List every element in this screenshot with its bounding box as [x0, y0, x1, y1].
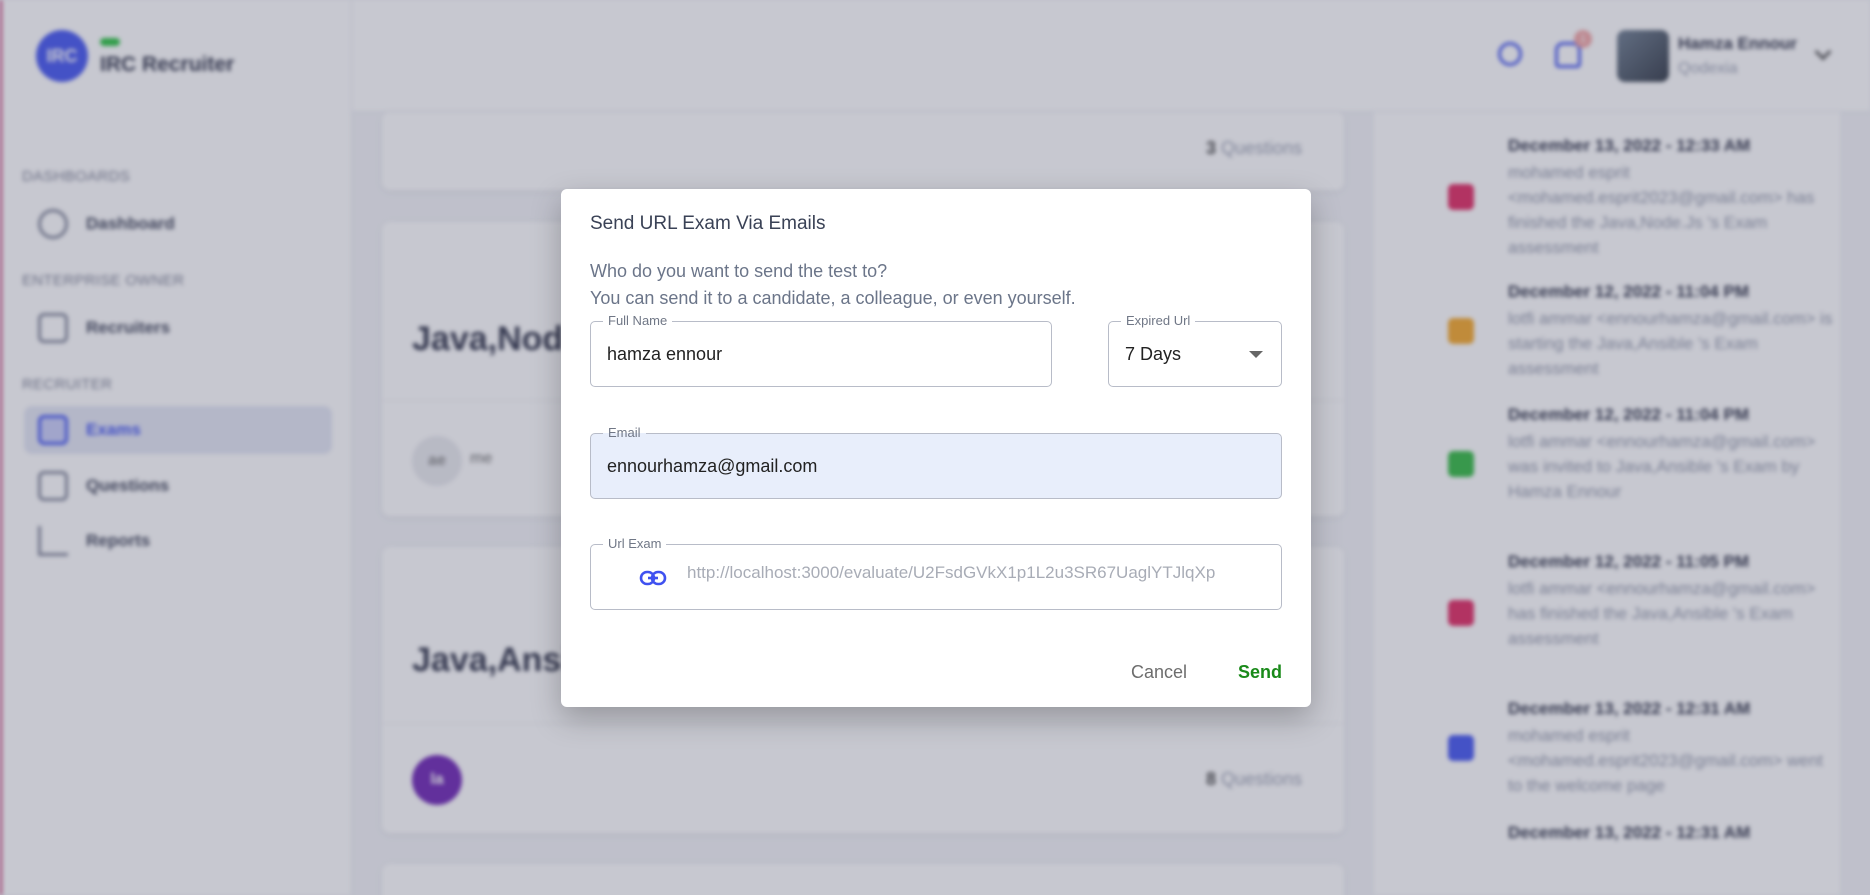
url-exam-label: Url Exam — [603, 536, 667, 551]
expired-url-label: Expired Url — [1121, 313, 1196, 328]
url-exam-input[interactable] — [687, 563, 1262, 583]
email-label: Email — [603, 425, 646, 440]
dropdown-arrow-icon[interactable] — [1249, 351, 1263, 358]
dialog-title: Send URL Exam Via Emails — [590, 213, 826, 234]
send-button[interactable]: Send — [1238, 662, 1282, 683]
full-name-value[interactable]: hamza ennour — [607, 344, 722, 365]
url-exam-field[interactable]: Url Exam — [590, 536, 1282, 610]
link-icon — [639, 565, 667, 596]
send-url-exam-dialog: Send URL Exam Via Emails Who do you want… — [561, 189, 1311, 707]
dialog-subtitle-line2: You can send it to a candidate, a collea… — [590, 288, 1076, 308]
email-value[interactable]: ennourhamza@gmail.com — [607, 456, 817, 477]
full-name-field[interactable]: Full Name hamza ennour — [590, 313, 1052, 387]
expired-url-value: 7 Days — [1125, 344, 1182, 364]
expired-url-select[interactable]: Expired Url 7 Days — [1108, 313, 1282, 387]
cancel-button[interactable]: Cancel — [1131, 662, 1187, 683]
full-name-label: Full Name — [603, 313, 673, 328]
dialog-subtitle-line1: Who do you want to send the test to? — [590, 261, 888, 281]
email-field[interactable]: Email ennourhamza@gmail.com — [590, 425, 1282, 499]
